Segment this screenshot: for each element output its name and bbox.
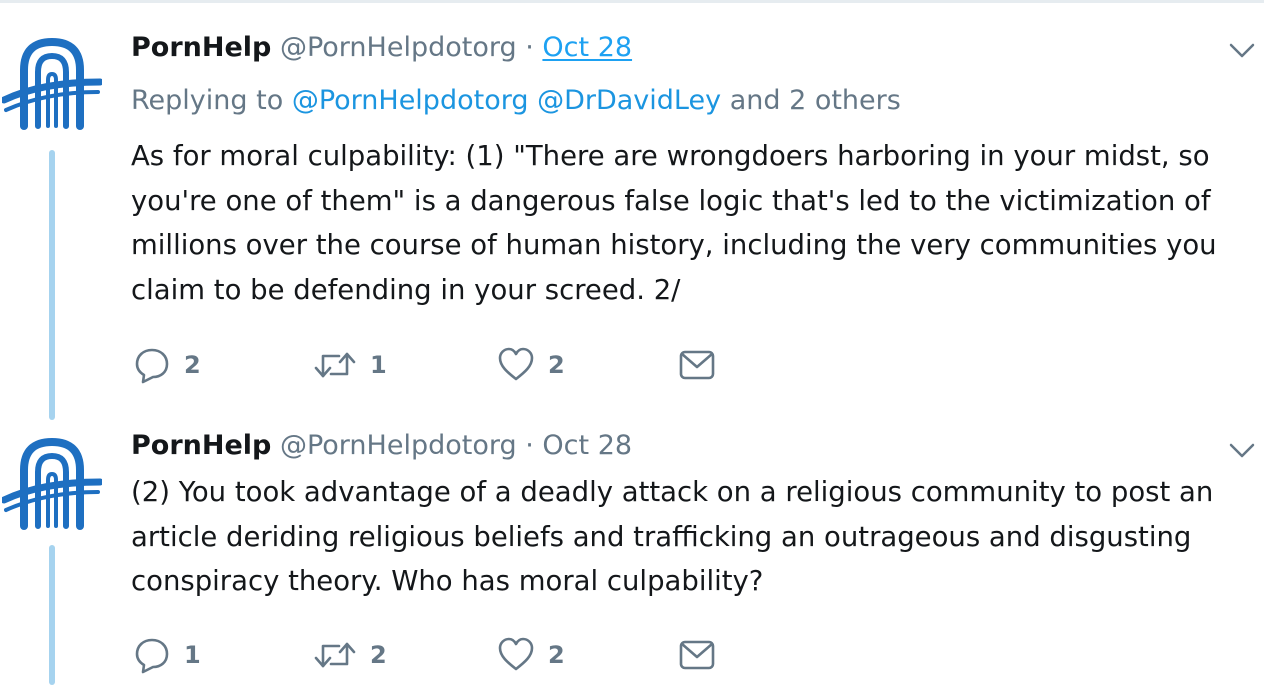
tweet-timestamp[interactable]: Oct 28 [542,32,632,63]
tweet-text-line: you're one of them" is a dangerous false… [131,184,1211,217]
tweet-text-line: millions over the course of human histor… [131,229,1217,261]
envelope-icon [679,640,715,670]
tweet-timestamp[interactable]: Oct 28 [542,430,632,461]
mention-link[interactable]: @DrDavidLey [537,85,721,116]
reply-icon [135,638,169,674]
tweet-actions: 1 2 2 [133,635,733,675]
tweet-text: As for moral culpability: (1) "There are… [131,134,1241,312]
reply-count: 2 [184,351,201,379]
tweet-text-line: As for moral culpability: (1) "There are… [131,140,1210,172]
mention-link[interactable]: @PornHelpdotorg [292,85,529,116]
avatar[interactable] [2,430,102,530]
tweet[interactable]: PornHelp @PornHelpdotorg · Oct 28 Replyi… [0,0,1264,420]
tweet-text-line: conspiracy theory. Who has moral culpabi… [131,565,764,597]
like-button[interactable]: 2 [497,345,565,385]
replying-suffix[interactable]: and 2 others [730,85,901,116]
like-count: 2 [548,351,565,379]
tweet-text-line: article deriding religious beliefs and t… [131,520,1192,553]
retweet-icon [314,642,356,668]
user-handle[interactable]: @PornHelpdotorg [280,32,517,63]
replying-to: Replying to @PornHelpdotorg @DrDavidLey … [131,84,901,118]
direct-message-button[interactable] [679,345,715,385]
avatar[interactable] [2,30,102,130]
envelope-icon [679,350,715,380]
retweet-button[interactable]: 1 [313,345,387,385]
reply-button[interactable]: 1 [133,635,201,675]
tweet-text-line: (2) You took advantage of a deadly attac… [131,476,1214,508]
tweet-text-line: claim to be defending in your screed. 2/ [131,273,681,306]
retweet-count: 2 [370,641,387,669]
heart-icon [498,637,534,671]
tweet-text: (2) You took advantage of a deadly attac… [131,470,1241,604]
display-name[interactable]: PornHelp [131,32,271,63]
reply-button[interactable]: 2 [133,345,201,385]
user-handle[interactable]: @PornHelpdotorg [280,430,517,461]
display-name[interactable]: PornHelp [131,430,271,461]
reply-icon [135,348,169,384]
replying-prefix: Replying to [131,85,284,116]
separator: · [525,32,534,63]
retweet-count: 1 [370,351,387,379]
separator: · [525,430,534,461]
tweet-header: PornHelp @PornHelpdotorg · Oct 28 [131,429,632,463]
like-count: 2 [548,641,565,669]
like-button[interactable]: 2 [497,635,565,675]
direct-message-button[interactable] [679,635,715,675]
tweet-header: PornHelp @PornHelpdotorg · Oct 28 [131,31,632,65]
heart-icon [498,347,534,381]
reply-count: 1 [184,641,201,669]
tweet[interactable]: PornHelp @PornHelpdotorg · Oct 28 (2) Yo… [0,420,1264,681]
tweet-actions: 2 1 2 [133,345,733,385]
retweet-icon [314,352,356,378]
chevron-down-icon[interactable] [1228,442,1256,460]
retweet-button[interactable]: 2 [313,635,387,675]
chevron-down-icon[interactable] [1228,42,1256,60]
